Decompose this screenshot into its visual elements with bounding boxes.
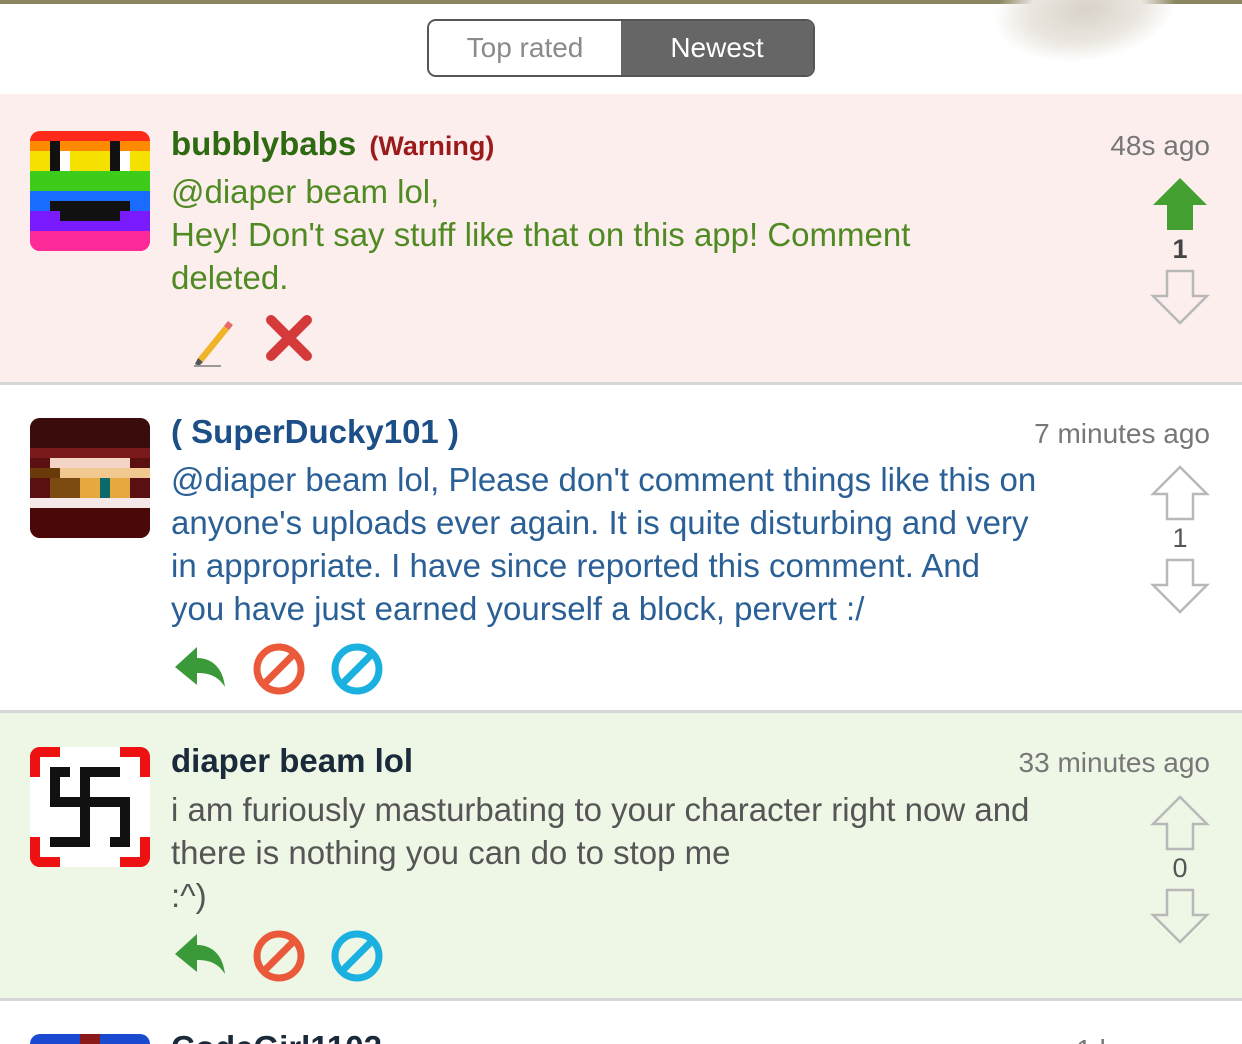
comment-actions: [171, 312, 331, 368]
comment-line: i am furiously masturbating to your char…: [171, 791, 1030, 828]
upvote-arrow-icon[interactable]: [1150, 795, 1210, 851]
comment-actions: [171, 928, 391, 984]
comment-line: you have just earned yourself a block, p…: [171, 590, 865, 627]
upvote-arrow-icon[interactable]: [1150, 465, 1210, 521]
avatar[interactable]: [30, 1034, 150, 1044]
comment-line: :^): [171, 877, 207, 914]
downvote-arrow-icon[interactable]: [1150, 269, 1210, 325]
comment-line: @diaper beam lol,: [171, 173, 440, 210]
block-icon[interactable]: [251, 928, 307, 984]
avatar[interactable]: [30, 747, 150, 867]
comment-timestamp: 1 hour ago: [1076, 1034, 1210, 1044]
sort-segmented-control: Top rated Newest: [427, 19, 815, 77]
downvote-arrow-icon[interactable]: [1150, 558, 1210, 614]
comment-item: diaper beam lol 33 minutes ago i am furi…: [0, 713, 1242, 1001]
comment-text: @diaper beam lol, Please don't comment t…: [171, 458, 1101, 630]
comment-line: there is nothing you can do to stop me: [171, 834, 731, 871]
warning-tag: (Warning): [369, 131, 495, 161]
comment-item-partial: CodeGirl1102 1 hour ago: [0, 1001, 1242, 1044]
comment-item: ( SuperDucky101 ) 7 minutes ago @diaper …: [0, 385, 1242, 713]
comment-author[interactable]: CodeGirl1102: [171, 1029, 382, 1044]
comment-line: Hey! Don't say stuff like that on this a…: [171, 216, 911, 253]
comment-author[interactable]: bubblybabs (Warning): [171, 125, 494, 163]
comment-author[interactable]: ( SuperDucky101 ): [171, 413, 459, 451]
delete-x-icon[interactable]: [261, 312, 317, 368]
vote-control: 1: [1150, 176, 1210, 325]
comment-line: in appropriate. I have since reported th…: [171, 547, 980, 584]
downvote-arrow-icon[interactable]: [1150, 888, 1210, 944]
comment-timestamp: 48s ago: [1110, 130, 1210, 161]
block-icon[interactable]: [251, 641, 307, 697]
vote-count: 1: [1172, 234, 1188, 264]
vote-control: 1: [1150, 465, 1210, 614]
comment-line: @diaper beam lol, Please don't comment t…: [171, 461, 1037, 498]
author-name: bubblybabs: [171, 125, 357, 162]
tab-top-rated[interactable]: Top rated: [429, 21, 621, 75]
comment-actions: [171, 641, 391, 697]
decorative-background-shape: [988, 0, 1182, 73]
avatar[interactable]: [30, 418, 150, 538]
vote-count: 0: [1172, 853, 1188, 883]
tab-newest[interactable]: Newest: [621, 21, 813, 75]
comment-text: @diaper beam lol, Hey! Don't say stuff l…: [171, 170, 1101, 299]
comment-line: deleted.: [171, 259, 289, 296]
upvote-arrow-icon[interactable]: [1150, 176, 1210, 232]
comment-text: i am furiously masturbating to your char…: [171, 788, 1101, 917]
comment-timestamp: 33 minutes ago: [1018, 747, 1210, 778]
reply-arrow-icon[interactable]: [171, 641, 227, 697]
avatar[interactable]: [30, 131, 150, 251]
comment-timestamp: 7 minutes ago: [1034, 418, 1210, 449]
report-icon[interactable]: [329, 641, 385, 697]
reply-arrow-icon[interactable]: [171, 928, 227, 984]
comment-line: anyone's uploads ever again. It is quite…: [171, 504, 1029, 541]
edit-pencil-icon[interactable]: [191, 312, 247, 368]
vote-control: 0: [1150, 795, 1210, 944]
comment-item: bubblybabs (Warning) 48s ago @diaper bea…: [0, 94, 1242, 385]
report-icon[interactable]: [329, 928, 385, 984]
comment-author[interactable]: diaper beam lol: [171, 742, 413, 780]
vote-count: 1: [1172, 523, 1188, 553]
